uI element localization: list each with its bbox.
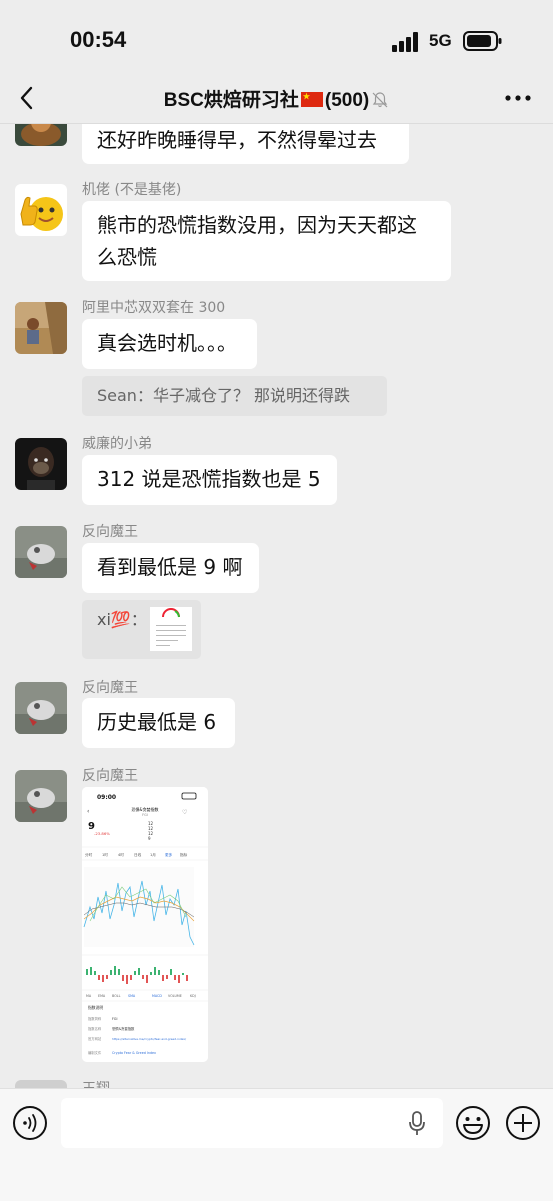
battery-icon	[463, 31, 502, 51]
shot-indicator: EMA	[98, 994, 106, 998]
image-message[interactable]: 09:00 ‹ 恐惧&贪婪指数 FGI ♡ 9 -23.86% 12 12 12…	[82, 787, 208, 1062]
shot-info-value: 恐惧&贪婪指数	[112, 1026, 135, 1031]
svg-text:♡: ♡	[182, 809, 187, 816]
shot-info-title: 指数说明	[88, 1005, 103, 1010]
avatar[interactable]	[15, 526, 67, 578]
message-line: 熊市的恐慌指数没用，因为天天都这	[97, 213, 417, 237]
add-icon[interactable]	[505, 1105, 541, 1141]
shot-info-key: 编制文件	[88, 1050, 102, 1055]
shot-indicator: MACD	[152, 994, 162, 998]
member-count: (500)	[324, 90, 370, 111]
avatar[interactable]	[15, 1080, 67, 1088]
sender-name: 反向魔王	[82, 680, 138, 696]
shot-subtitle: FGI	[142, 813, 148, 817]
microphone-icon[interactable]	[408, 1111, 426, 1137]
fgi-screenshot: 09:00 ‹ 恐惧&贪婪指数 FGI ♡ 9 -23.86% 12 12 12…	[82, 787, 208, 1062]
shot-time: 09:00	[97, 794, 116, 801]
message-line: 么恐慌	[97, 245, 157, 269]
input-bar	[0, 1088, 553, 1201]
shot-indicator: KDJ	[190, 994, 196, 998]
status-bar: 00:54 5G	[0, 0, 553, 75]
shot-indicator: VOLUME	[168, 994, 182, 998]
quote-image-message[interactable]: xi💯：	[82, 600, 201, 659]
quote-message[interactable]: Sean：华子减仓了？ 那说明还得跌	[82, 376, 387, 416]
shot-info-key: 指数名称	[88, 1026, 102, 1031]
shot-tab: 日线	[134, 852, 142, 857]
shot-tab: 1月	[150, 852, 156, 857]
shot-info-value: FGI	[112, 1017, 117, 1021]
shot-info-value: Crypto Fear & Greed Index	[112, 1051, 156, 1055]
chat-messages[interactable]: 还好昨晚睡得早，不然得晕过去 机佬 (不是基佬) 熊市的恐慌指数没用，因为天天都…	[0, 124, 553, 1088]
group-name: BSC烘焙研习社	[163, 90, 299, 111]
shot-tab: 更多	[165, 852, 173, 857]
message-bubble[interactable]: 熊市的恐慌指数没用，因为天天都这 么恐慌	[82, 201, 451, 281]
quote-sender: xi💯：	[97, 610, 147, 629]
sender-name: 王翔	[82, 1078, 110, 1088]
message-bubble[interactable]: 312 说是恐慌指数也是 5	[82, 455, 337, 505]
message-bubble[interactable]: 还好昨晚睡得早，不然得晕过去	[82, 124, 409, 164]
shot-title: 恐惧&贪婪指数	[131, 806, 158, 812]
shot-tab: 指标	[180, 852, 188, 857]
avatar[interactable]	[15, 124, 67, 146]
shot-info-value: https://alternative.me/crypto/fear-and-g…	[112, 1037, 186, 1041]
chat-header: BSC烘焙研习社 (500)	[0, 75, 553, 124]
shot-info-key: 指数简称	[88, 1016, 102, 1021]
shot-tab: 4时	[118, 852, 124, 857]
message-bubble[interactable]: 真会选时机。。。	[82, 319, 257, 369]
shot-indicator: MA	[86, 994, 92, 998]
mute-bell-icon	[372, 92, 388, 108]
shot-tab: 1时	[102, 852, 108, 857]
message-input[interactable]	[61, 1098, 443, 1148]
sender-name: 威廉的小弟	[82, 436, 152, 452]
emoji-icon[interactable]	[455, 1105, 491, 1141]
avatar[interactable]	[15, 302, 67, 354]
shot-info-key: 官方网站	[88, 1036, 102, 1041]
sender-name: 反向魔王	[82, 524, 138, 540]
message-bubble[interactable]: 历史最低是 6	[82, 698, 235, 748]
more-icon[interactable]	[503, 85, 533, 111]
shot-indicator: BOLL	[112, 994, 121, 998]
signal-icon	[392, 32, 418, 52]
network-type: 5G	[429, 31, 452, 50]
svg-text:‹: ‹	[87, 808, 89, 815]
shot-tab: 分时	[85, 852, 93, 857]
sender-name: 机佬 (不是基佬)	[82, 182, 182, 198]
quote-thumbnail	[150, 607, 192, 651]
avatar[interactable]	[15, 438, 67, 490]
chat-title: BSC烘焙研习社 (500)	[0, 85, 553, 112]
message-bubble[interactable]: 看到最低是 9 啊	[82, 543, 259, 593]
sender-name: 反向魔王	[82, 768, 138, 784]
status-time: 00:54	[70, 27, 127, 52]
avatar[interactable]	[15, 682, 67, 734]
sender-name: 阿里中芯双双套在 300	[82, 300, 226, 316]
china-flag-icon	[300, 92, 323, 107]
voice-toggle-icon[interactable]	[12, 1105, 48, 1141]
shot-change: -23.86%	[94, 831, 110, 836]
shot-indicator: SMA	[128, 994, 136, 998]
avatar[interactable]	[15, 184, 67, 236]
avatar[interactable]	[15, 770, 67, 822]
